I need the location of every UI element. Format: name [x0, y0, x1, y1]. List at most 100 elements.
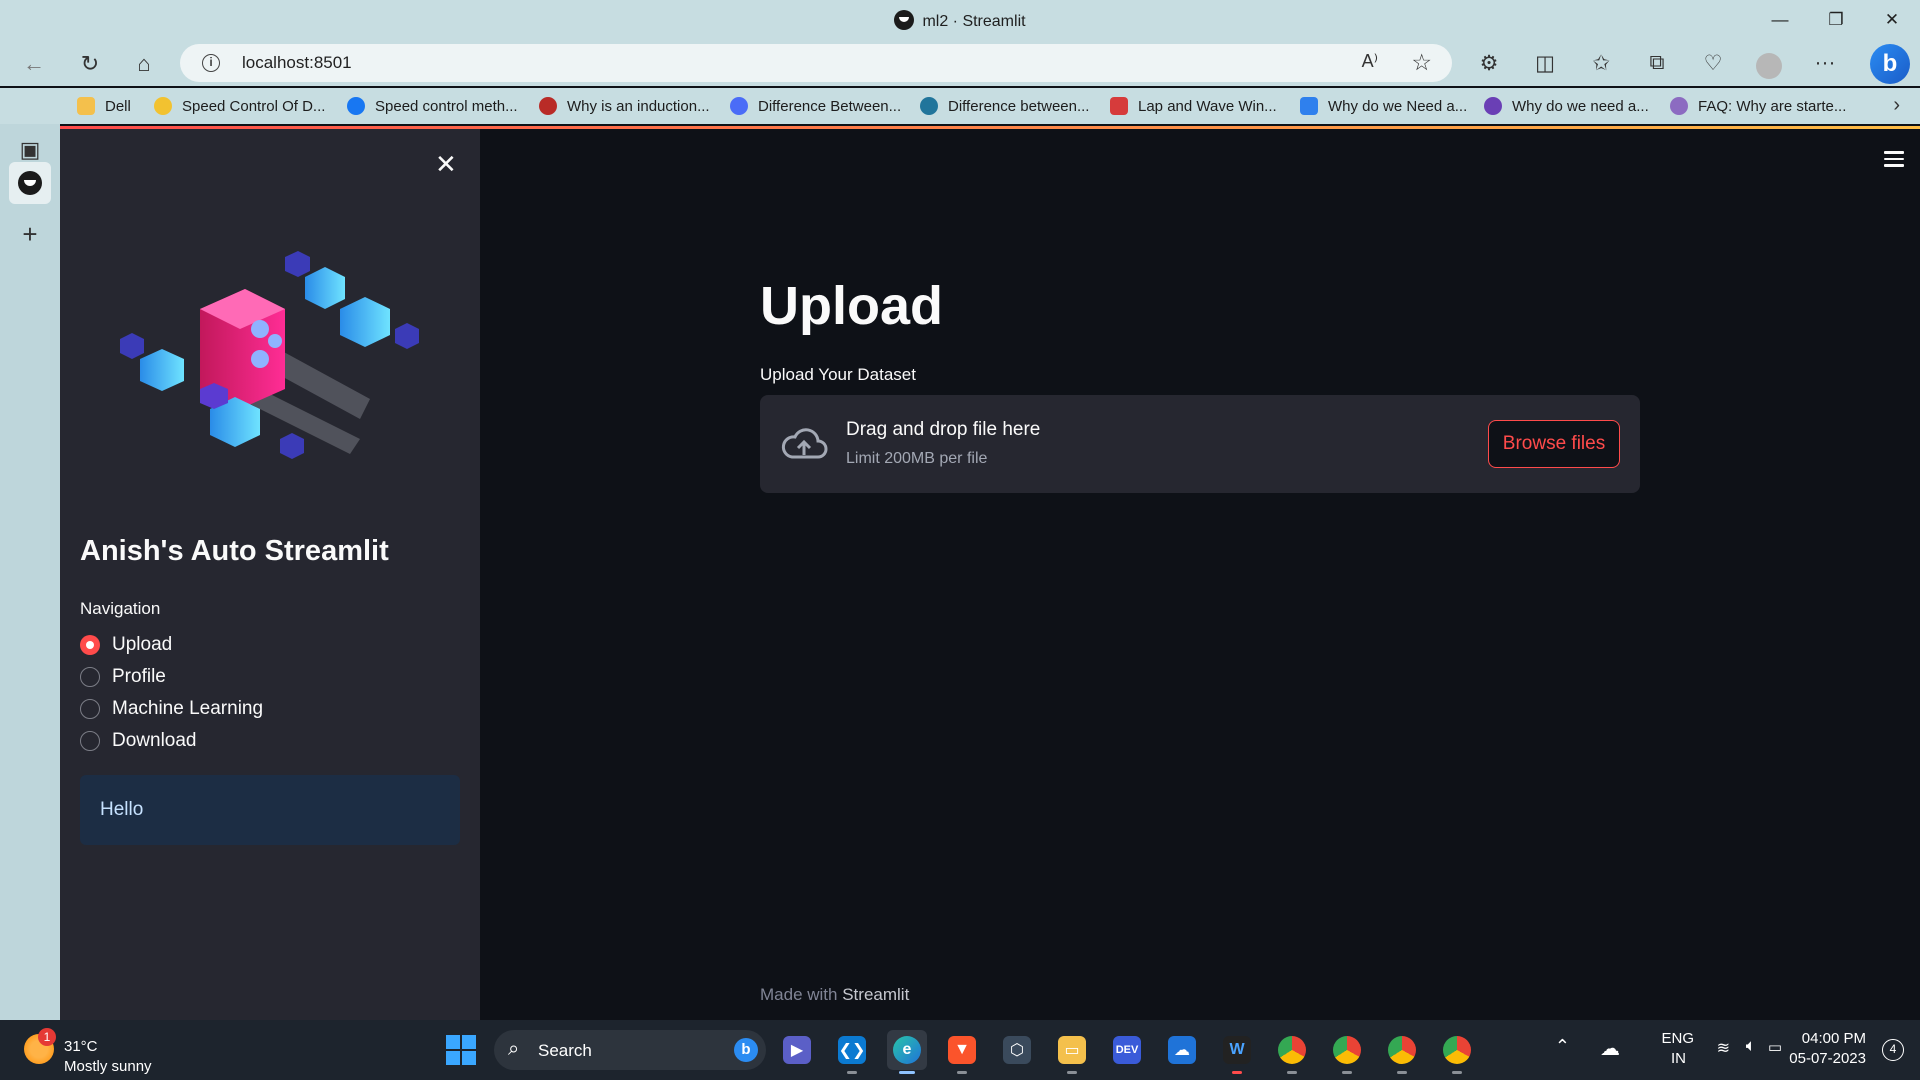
chrome-icon[interactable] [1327, 1030, 1367, 1074]
windows-start-icon[interactable] [446, 1035, 476, 1065]
profile-icon[interactable] [1748, 44, 1790, 82]
radio-machine-learning[interactable]: Machine Learning [80, 693, 263, 725]
region-indicator[interactable]: IN [1671, 1050, 1686, 1067]
notification-badge[interactable]: 4 [1882, 1039, 1904, 1061]
extensions-icon[interactable]: ⚙ [1468, 44, 1510, 82]
weather-badge: 1 [38, 1028, 56, 1046]
file-dropzone[interactable]: Drag and drop file here Limit 200MB per … [760, 395, 1640, 493]
bulb-icon [154, 97, 172, 115]
radio-upload[interactable]: Upload [80, 629, 263, 661]
bing-chat-icon[interactable]: b [1870, 44, 1910, 84]
edge-icon[interactable]: e [887, 1030, 927, 1074]
fav-item[interactable]: FAQ: Why are starte... [1670, 93, 1846, 119]
bing-icon: b [734, 1038, 758, 1062]
collections-icon[interactable]: ⧉ [1636, 44, 1678, 82]
chevron-right-icon[interactable]: › [1893, 94, 1900, 117]
check-icon [1300, 97, 1318, 115]
info-alert: Hello [80, 775, 460, 845]
restore-button[interactable]: ❐ [1808, 0, 1864, 40]
battery-icon[interactable]: ▭ [1768, 1038, 1782, 1056]
chrome-icon[interactable] [1382, 1030, 1422, 1074]
fav-item[interactable]: Speed Control Of D... [154, 93, 325, 119]
navigation-radio-group: Upload Profile Machine Learning Download [80, 629, 263, 757]
site-icon [1670, 97, 1688, 115]
site-info-icon[interactable]: i [202, 54, 220, 72]
fav-item[interactable]: Why is an induction... [539, 93, 710, 119]
onedrive-icon[interactable]: ☁ [1600, 1036, 1620, 1061]
info-circle-icon [347, 97, 365, 115]
fav-item[interactable]: Why do we Need a... [1300, 93, 1467, 119]
window-titlebar: ml2 · Streamlit — ❐ ✕ [0, 0, 1920, 40]
site-icon [1110, 97, 1128, 115]
dropzone-limit: Limit 200MB per file [846, 450, 988, 467]
taskbar-search[interactable]: ⌕ Search b [494, 1030, 766, 1070]
system-tray: ⌃ ☁ ENG IN ≋ 🔈︎ ▭ 04:00 PM 05-07-2023 4 [1520, 1020, 1920, 1080]
window-title: ml2 · Streamlit [0, 10, 1920, 31]
virtualbox-icon[interactable]: ⬡ [997, 1030, 1037, 1070]
browse-files-button[interactable]: Browse files [1488, 420, 1620, 468]
radio-selected-icon [80, 635, 100, 655]
radio-download[interactable]: Download [80, 725, 263, 757]
dropzone-instructions: Drag and drop file here [846, 419, 1041, 440]
clock-date[interactable]: 05-07-2023 [1789, 1050, 1866, 1067]
waves-icon[interactable]: W [1217, 1030, 1257, 1074]
streamlit-logo-icon [894, 10, 915, 30]
home-icon[interactable]: ⌂ [128, 48, 160, 80]
new-tab-icon[interactable]: + [14, 218, 46, 250]
fav-item[interactable]: Why do we need a... [1484, 93, 1649, 119]
streamlit-logo-icon [18, 171, 42, 195]
e-icon [1484, 97, 1502, 115]
fav-item[interactable]: Difference Between... [730, 93, 901, 119]
fav-item[interactable]: Dell [77, 93, 131, 119]
minimize-button[interactable]: — [1752, 0, 1808, 40]
fav-item[interactable]: Lap and Wave Win... [1110, 93, 1277, 119]
streamlit-link[interactable]: Streamlit [842, 985, 909, 1004]
browser-essentials-icon[interactable]: ♡ [1692, 44, 1734, 82]
chrome-icon[interactable] [1437, 1030, 1477, 1074]
file-explorer-icon[interactable]: ▭ [1052, 1030, 1092, 1074]
fav-item[interactable]: Speed control meth... [347, 93, 518, 119]
onedrive-app-icon[interactable]: ☁ [1162, 1030, 1202, 1070]
hamburger-menu-icon[interactable] [1884, 151, 1904, 171]
back-icon[interactable]: ← [18, 48, 50, 80]
wifi-icon[interactable]: ≋ [1717, 1038, 1730, 1058]
address-bar[interactable]: i localhost:8501 A⁾ ☆ [180, 44, 1452, 82]
uploader-label: Upload Your Dataset [760, 365, 916, 384]
favbar-left-strip [0, 88, 60, 124]
url-text[interactable]: localhost:8501 [242, 53, 352, 73]
devhome-icon[interactable]: DEV [1107, 1030, 1147, 1070]
quora-icon [539, 97, 557, 115]
refresh-icon[interactable]: ↻ [74, 48, 106, 80]
fav-item[interactable]: Difference between... [920, 93, 1089, 119]
window-controls: — ❐ ✕ [1752, 0, 1920, 40]
search-icon: ⌕ [508, 1038, 520, 1060]
browser-toolbar: ← ↻ ⌂ i localhost:8501 A⁾ ☆ ⚙ ◫ ✩ ⧉ ♡ ··… [0, 40, 1920, 86]
weather-temp: 31°C [64, 1038, 98, 1055]
language-indicator[interactable]: ENG [1661, 1030, 1694, 1047]
wordpress-icon [920, 97, 938, 115]
weather-desc: Mostly sunny [64, 1058, 152, 1075]
vscode-icon[interactable]: ❮❯ [832, 1030, 872, 1074]
clock-time[interactable]: 04:00 PM [1802, 1030, 1866, 1047]
favorite-star-icon[interactable]: ☆ [1411, 49, 1432, 76]
chevron-up-icon[interactable]: ⌃ [1555, 1036, 1570, 1057]
sidebar-title: Anish's Auto Streamlit [80, 535, 389, 567]
read-aloud-icon[interactable]: A⁾ [1362, 51, 1378, 72]
navigation-label: Navigation [80, 599, 161, 618]
radio-profile[interactable]: Profile [80, 661, 263, 693]
more-menu-icon[interactable]: ··· [1804, 44, 1846, 82]
close-window-button[interactable]: ✕ [1864, 0, 1920, 40]
avatar [1756, 53, 1782, 79]
teams-icon[interactable]: ▶ [777, 1030, 817, 1070]
tab-streamlit[interactable] [9, 162, 51, 204]
split-screen-icon[interactable]: ◫ [1524, 44, 1566, 82]
chrome-icon[interactable] [1272, 1030, 1312, 1074]
vertical-tabs: ▣ + [0, 124, 60, 1020]
close-icon[interactable]: ✕ [435, 149, 457, 180]
volume-icon[interactable]: 🔈︎ [1746, 1036, 1756, 1056]
footer: Made with Streamlit [760, 985, 910, 1004]
favorites-icon[interactable]: ✩ [1580, 44, 1622, 82]
radio-unselected-icon [80, 731, 100, 751]
brave-icon[interactable]: ▼ [942, 1030, 982, 1074]
toolbar-icons: ⚙ ◫ ✩ ⧉ ♡ ··· [1468, 44, 1846, 82]
